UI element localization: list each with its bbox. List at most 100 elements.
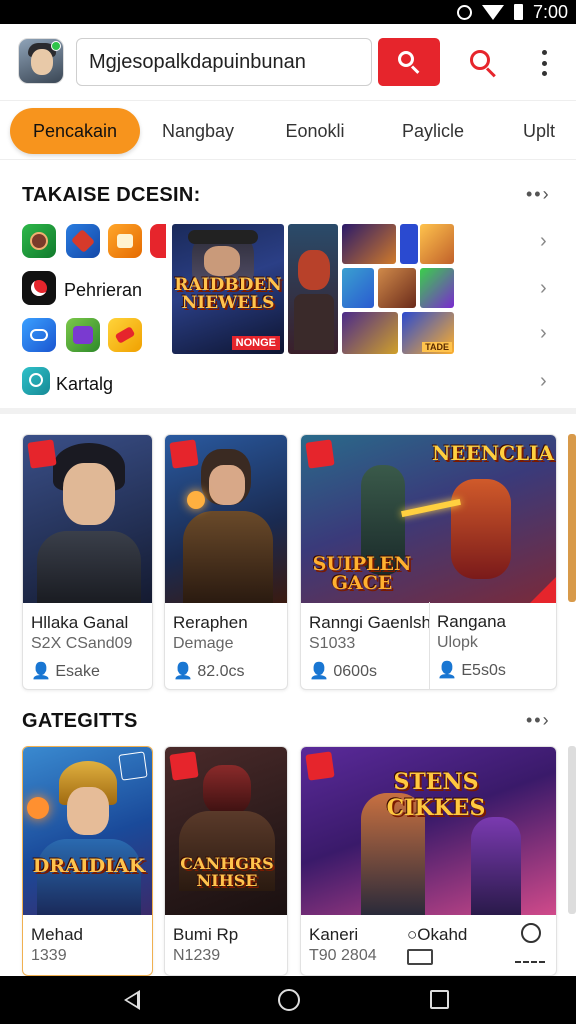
search-button[interactable]: [378, 38, 440, 86]
search-icon[interactable]: [470, 50, 496, 78]
mini-thumbnail[interactable]: [342, 312, 398, 354]
mini-thumbnail[interactable]: TADE: [402, 312, 454, 354]
app-icon[interactable]: [150, 224, 166, 258]
mini-thumbnail[interactable]: [378, 268, 416, 308]
avatar[interactable]: [18, 38, 64, 84]
app-icon[interactable]: [108, 318, 142, 352]
card-image: [23, 435, 152, 603]
app-icon[interactable]: [22, 271, 56, 305]
app-icon[interactable]: [22, 318, 56, 352]
mini-thumbnail[interactable]: [400, 224, 418, 264]
card-peek[interactable]: [568, 434, 576, 602]
tab-nangbay[interactable]: Nangbay: [150, 108, 246, 154]
card-badge: [305, 751, 335, 781]
banner-tag: NONGE: [231, 336, 280, 350]
section-title: TAKAISE DCESIN:: [22, 184, 201, 206]
section-divider: [0, 408, 576, 414]
mini-thumbnail[interactable]: [342, 268, 374, 308]
circle-icon[interactable]: [521, 923, 541, 943]
status-icons: 7:00: [456, 0, 568, 24]
card-title: Ranngi Gaenlsh: [309, 613, 431, 632]
card-subtitle: Ulopk: [437, 634, 478, 651]
mini-thumbnail[interactable]: [420, 268, 454, 308]
card-title: Hllaka Ganal: [31, 613, 129, 632]
search-input[interactable]: [77, 39, 371, 85]
card-meta: 👤 82.0cs: [173, 663, 245, 680]
card-banner-text: SUIPLEN GACE: [312, 553, 412, 594]
user-icon: 👤: [437, 662, 457, 679]
card-subtitle: Demage: [173, 635, 234, 652]
game-card[interactable]: Reraphen Demage 👤 82.0cs: [164, 434, 288, 690]
card-image: NEENCLIA SUIPLEN GACE: [301, 435, 556, 603]
app-icon[interactable]: [108, 224, 142, 258]
card-separator: [429, 602, 430, 690]
section-more-button[interactable]: ••›: [526, 710, 551, 731]
card-title: Rangana: [437, 612, 507, 631]
back-icon[interactable]: [124, 990, 140, 1010]
card-meta: 👤 0600s: [309, 663, 377, 680]
mini-thumbnail[interactable]: [342, 224, 396, 264]
card-subtitle: S2X CSand09: [31, 635, 133, 652]
status-bar: 7:00: [0, 0, 576, 24]
chevron-right-icon[interactable]: ›: [540, 277, 547, 300]
system-nav-bar: [0, 976, 576, 1024]
bar-icon: [515, 951, 545, 963]
game-card[interactable]: Hllaka Ganal S2X CSand09 👤 Esake: [22, 434, 153, 690]
app-icon[interactable]: [22, 224, 56, 258]
list-item-label[interactable]: Pehrieran: [64, 280, 142, 301]
list-item-label[interactable]: Kartalg: [56, 374, 113, 395]
status-time: 7:00: [532, 1, 568, 22]
game-card[interactable]: CANHGRS NIHSE Bumi Rp N1239: [164, 746, 288, 976]
tab-pencakain[interactable]: Pencakain: [10, 108, 140, 154]
card-subtitle: T90 2804: [309, 947, 377, 964]
mini-thumbnail[interactable]: [420, 224, 454, 264]
chevron-right-icon[interactable]: ›: [540, 322, 547, 345]
banner-title: RAIDBDEN NIEWELS: [174, 275, 282, 313]
more-options-icon[interactable]: [536, 50, 552, 76]
featured-banner[interactable]: RAIDBDEN NIEWELS NONGE: [172, 224, 284, 354]
online-indicator: [51, 41, 61, 51]
card-peek[interactable]: [568, 746, 576, 914]
card-subtitle: N1239: [173, 947, 221, 964]
user-icon: 👤: [309, 663, 329, 680]
app-icon[interactable]: [66, 224, 100, 258]
tab-eonokli[interactable]: Eonokli: [270, 108, 360, 154]
card-subtitle: S1033: [309, 635, 356, 652]
card-banner-text: STENS CIKKES: [386, 769, 486, 821]
section-more-button[interactable]: ••›: [526, 184, 551, 205]
game-card[interactable]: STENS CIKKES Kaneri T90 2804 ○Okahd: [300, 746, 557, 976]
card-banner-text: DRAIDIAK: [32, 855, 146, 877]
card-badge: [27, 439, 57, 469]
chevron-right-icon[interactable]: ›: [540, 370, 547, 393]
card-badge: [169, 439, 199, 469]
card-badge: [305, 439, 335, 469]
section-title: GATEGITTS: [22, 710, 138, 732]
category-tabs: Pencakain Nangbay Eonokli Paylicle Uplt: [0, 100, 576, 160]
screen-icon: [407, 949, 433, 965]
app-icon[interactable]: [66, 318, 100, 352]
user-icon: 👤: [31, 663, 51, 680]
user-icon: 👤: [173, 663, 193, 680]
card-title: Reraphen: [173, 613, 248, 632]
tab-paylicle[interactable]: Paylicle: [386, 108, 480, 154]
home-icon[interactable]: [278, 989, 300, 1011]
card-badge: [118, 751, 148, 781]
card-extra: ○Okahd: [407, 925, 468, 944]
card-banner-text: NEENCLIA: [432, 441, 554, 465]
search-field[interactable]: [76, 38, 372, 86]
tab-uplt[interactable]: Uplt: [506, 108, 572, 154]
alarm-icon: [456, 4, 472, 20]
card-image: DRAIDIAK: [23, 747, 152, 915]
card-badge: [169, 751, 199, 781]
banner-thumbnail[interactable]: [288, 224, 338, 354]
card-image: STENS CIKKES: [301, 747, 556, 915]
mini-tag: TADE: [422, 342, 452, 352]
recents-icon[interactable]: [430, 990, 449, 1009]
card-meta: 👤 E5s0s: [437, 662, 506, 679]
chevron-right-icon[interactable]: ›: [540, 230, 547, 253]
search-icon: [398, 51, 420, 74]
card-title: Mehad: [31, 925, 83, 944]
app-icon[interactable]: [22, 367, 50, 395]
card-image: CANHGRS NIHSE: [165, 747, 287, 915]
game-card[interactable]: DRAIDIAK Mehad 1339: [22, 746, 153, 976]
